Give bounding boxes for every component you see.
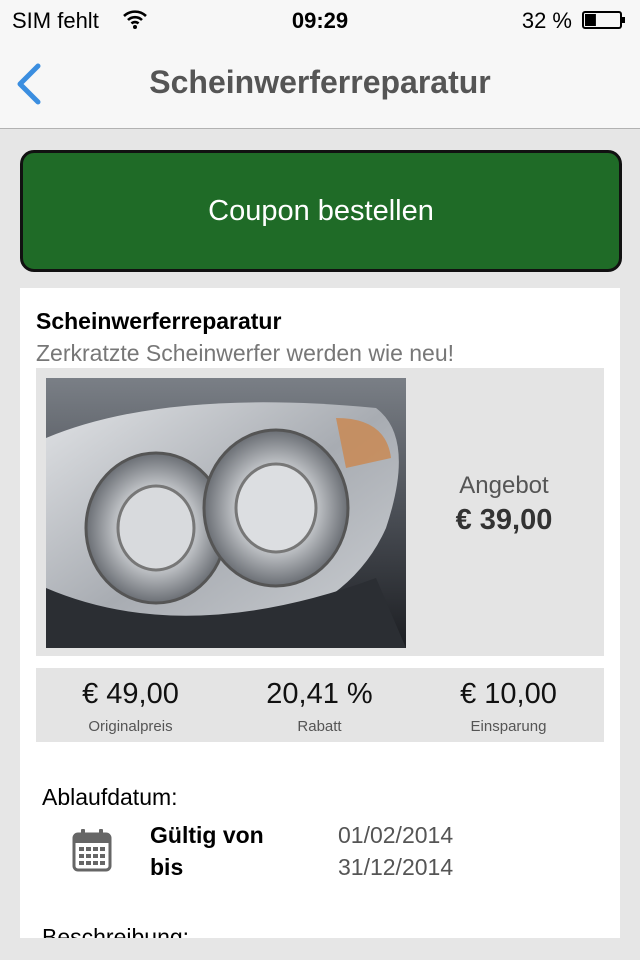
- valid-from-date: 01/02/2014: [338, 822, 454, 848]
- original-price-stat: € 49,00 Originalpreis: [36, 668, 225, 742]
- offer-price: € 39,00: [455, 504, 553, 536]
- price-stats: € 49,00 Originalpreis 20,41 % Rabatt € 1…: [36, 668, 604, 742]
- expiry-label: Ablaufdatum:: [42, 784, 178, 810]
- navigation-bar: Scheinwerferreparatur: [0, 40, 640, 129]
- description-label: Beschreibung:: [42, 924, 190, 938]
- offer-area: Angebot € 39,00: [36, 368, 604, 656]
- offer-label: Angebot: [459, 472, 549, 499]
- valid-from-label: Gültig von: [150, 822, 264, 848]
- discount-label: Rabatt: [297, 718, 342, 735]
- original-price-value: € 49,00: [82, 678, 179, 710]
- valid-to-date: 31/12/2014: [338, 854, 454, 880]
- order-coupon-button[interactable]: Coupon bestellen: [20, 150, 622, 272]
- page-title: Scheinwerferreparatur: [149, 64, 491, 100]
- headlight-photo: [46, 378, 406, 648]
- original-price-label: Originalpreis: [88, 718, 173, 735]
- discount-value: 20,41 %: [266, 678, 373, 710]
- battery-percent: 32 %: [521, 8, 572, 33]
- calendar-icon: [72, 829, 112, 872]
- battery-icon: [582, 11, 625, 29]
- coupon-title: Scheinwerferreparatur: [36, 308, 282, 334]
- savings-label: Einsparung: [470, 718, 547, 735]
- coupon-subtitle: Zerkratzte Scheinwerfer werden wie neu!: [36, 340, 455, 366]
- savings-stat: € 10,00 Einsparung: [414, 668, 603, 742]
- status-bar: SIM fehlt 09:29 32 %: [0, 0, 640, 40]
- discount-stat: 20,41 % Rabatt: [225, 668, 414, 742]
- valid-to-label: bis: [150, 854, 184, 880]
- savings-value: € 10,00: [460, 678, 557, 710]
- coupon-card: Scheinwerferreparatur Zerkratzte Scheinw…: [20, 288, 620, 938]
